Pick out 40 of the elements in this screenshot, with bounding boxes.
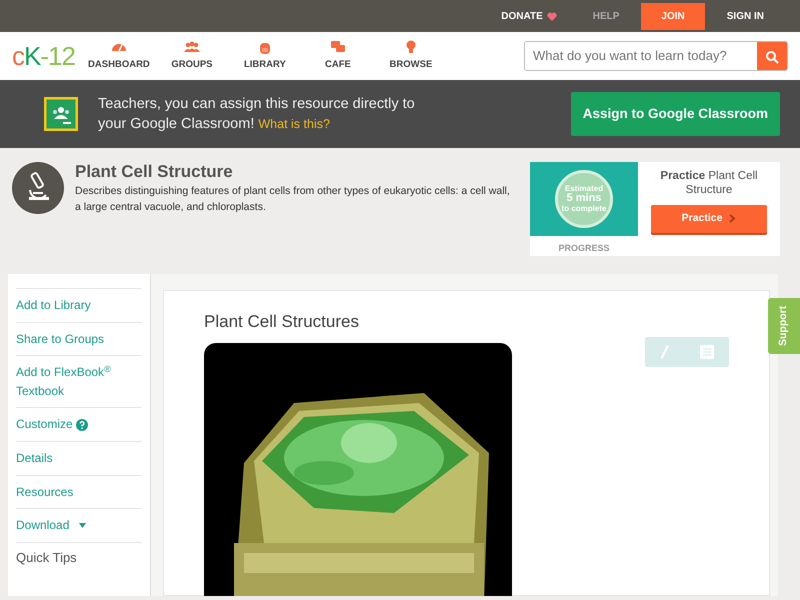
sidebar-link[interactable]: Details xyxy=(16,440,142,475)
estimate-text: to complete xyxy=(562,204,606,214)
nav-item[interactable]: CAFE xyxy=(302,40,374,72)
sidebar-link[interactable]: Resources xyxy=(16,474,142,508)
sidebar-link[interactable]: Customize xyxy=(16,407,142,441)
nav-item[interactable]: LIBRARY xyxy=(228,40,301,72)
logo[interactable]: cK-12 xyxy=(12,36,75,76)
assign-button[interactable]: Assign to Google Classroom xyxy=(570,92,780,136)
help-icon xyxy=(76,419,88,432)
caret-icon xyxy=(78,523,86,528)
support-tab[interactable]: Support xyxy=(768,298,800,354)
page-title: Plant Cell Structure xyxy=(75,162,234,182)
heart-icon xyxy=(546,12,557,20)
join-button[interactable]: JOIN xyxy=(641,2,705,30)
content-title: Plant Cell Structures xyxy=(204,311,360,333)
estimate-text: Estimated xyxy=(564,184,604,193)
chat-icon xyxy=(328,40,347,54)
practice-title: Practice Plant Cell Structure xyxy=(659,168,759,198)
top-link[interactable]: DONATE xyxy=(483,2,575,30)
people-icon xyxy=(182,40,201,54)
estimate-text: 5 mins xyxy=(566,193,602,205)
note-icon[interactable] xyxy=(700,345,714,359)
banner-text: Teachers, you can assign this resource directly to your Google Classroom! What is this? xyxy=(98,94,416,134)
pencil-icon[interactable] xyxy=(660,344,670,360)
sidebar-link[interactable]: Add to FlexBook$^{®}$ Textbook xyxy=(16,355,142,408)
chevron-icon xyxy=(729,214,736,223)
what-is-this-link[interactable]: What is this? xyxy=(258,117,330,131)
sidebar-link[interactable]: Download xyxy=(16,508,142,542)
sidebar-heading: Quick Tips xyxy=(16,542,142,568)
nav-item[interactable]: DASHBOARD xyxy=(82,40,155,72)
sidebar-link[interactable]: Add to Library xyxy=(16,288,142,322)
top-link[interactable]: SIGN IN xyxy=(708,2,782,30)
practice-button[interactable]: Practice xyxy=(651,205,767,233)
page-description: Describes distinguishing features of plant cells from other types of eukaryotic cells: a cell wall, a large central vacuole, and chloroplasts. xyxy=(75,184,511,216)
sidebar-link[interactable]: Share to Groups xyxy=(16,322,142,356)
progress-label: PROGRESS xyxy=(557,242,610,255)
nav-item[interactable]: BROWSE xyxy=(374,40,447,72)
top-link[interactable]: HELP xyxy=(574,2,638,30)
nav-item[interactable]: GROUPS xyxy=(156,40,228,72)
classroom-icon xyxy=(44,97,78,131)
